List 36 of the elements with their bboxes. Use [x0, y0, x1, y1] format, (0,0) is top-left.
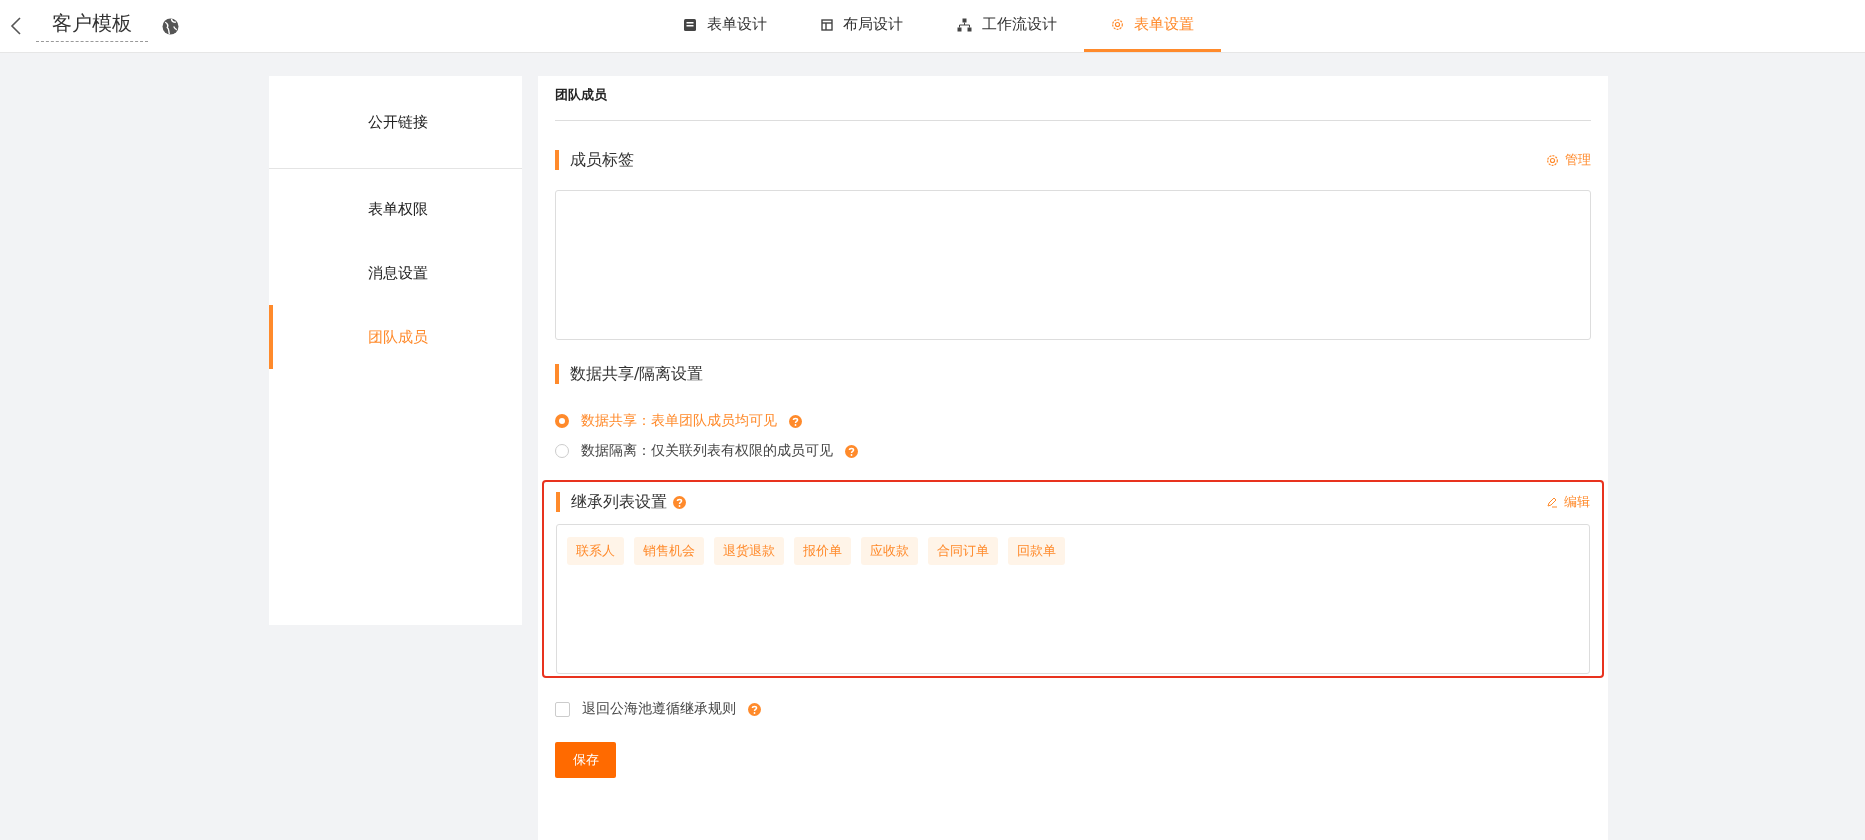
back-icon[interactable] — [10, 16, 22, 36]
settings-icon — [1546, 153, 1559, 167]
option-label: 数据隔离：仅关联列表有权限的成员可见 — [581, 442, 833, 460]
option-label: 数据共享：表单团队成员均可见 — [581, 412, 777, 430]
form-icon — [683, 17, 697, 32]
panel-title: 团队成员 — [555, 76, 1591, 121]
globe-icon[interactable] — [162, 17, 179, 35]
sidebar-item[interactable]: 消息设置 — [269, 241, 522, 305]
help-icon[interactable] — [748, 702, 761, 716]
header-tab[interactable]: 工作流设计 — [930, 0, 1084, 52]
section-title: 成员标签 — [555, 150, 634, 170]
help-icon[interactable] — [673, 495, 686, 509]
checkbox-label: 退回公海池遵循继承规则 — [582, 700, 736, 718]
hierarchy-icon — [957, 17, 972, 32]
list-tag: 退货退款 — [714, 537, 784, 565]
checkbox[interactable] — [555, 701, 570, 717]
list-tag: 合同订单 — [928, 537, 998, 565]
sidebar-item[interactable]: 公开链接 — [269, 84, 522, 160]
header-tab[interactable]: 布局设计 — [794, 0, 930, 52]
help-icon[interactable] — [845, 444, 858, 458]
list-tag: 销售机会 — [634, 537, 704, 565]
section-title: 数据共享/隔离设置 — [555, 364, 704, 384]
list-tag: 报价单 — [794, 537, 851, 565]
header-tab[interactable]: 表单设计 — [656, 0, 794, 52]
help-icon[interactable] — [789, 414, 802, 428]
layout-icon — [821, 18, 833, 31]
radio-button[interactable] — [555, 444, 569, 458]
list-tag: 联系人 — [567, 537, 624, 565]
section-title-text: 继承列表设置 — [571, 492, 667, 512]
page-title: 客户模板 — [36, 10, 148, 42]
sidebar-item[interactable]: 表单权限 — [269, 177, 522, 241]
settings-icon — [1111, 18, 1124, 31]
pencil-icon — [1546, 496, 1558, 508]
list-tag: 应收款 — [861, 537, 918, 565]
list-tag: 回款单 — [1008, 537, 1065, 565]
radio-button[interactable] — [555, 414, 569, 428]
